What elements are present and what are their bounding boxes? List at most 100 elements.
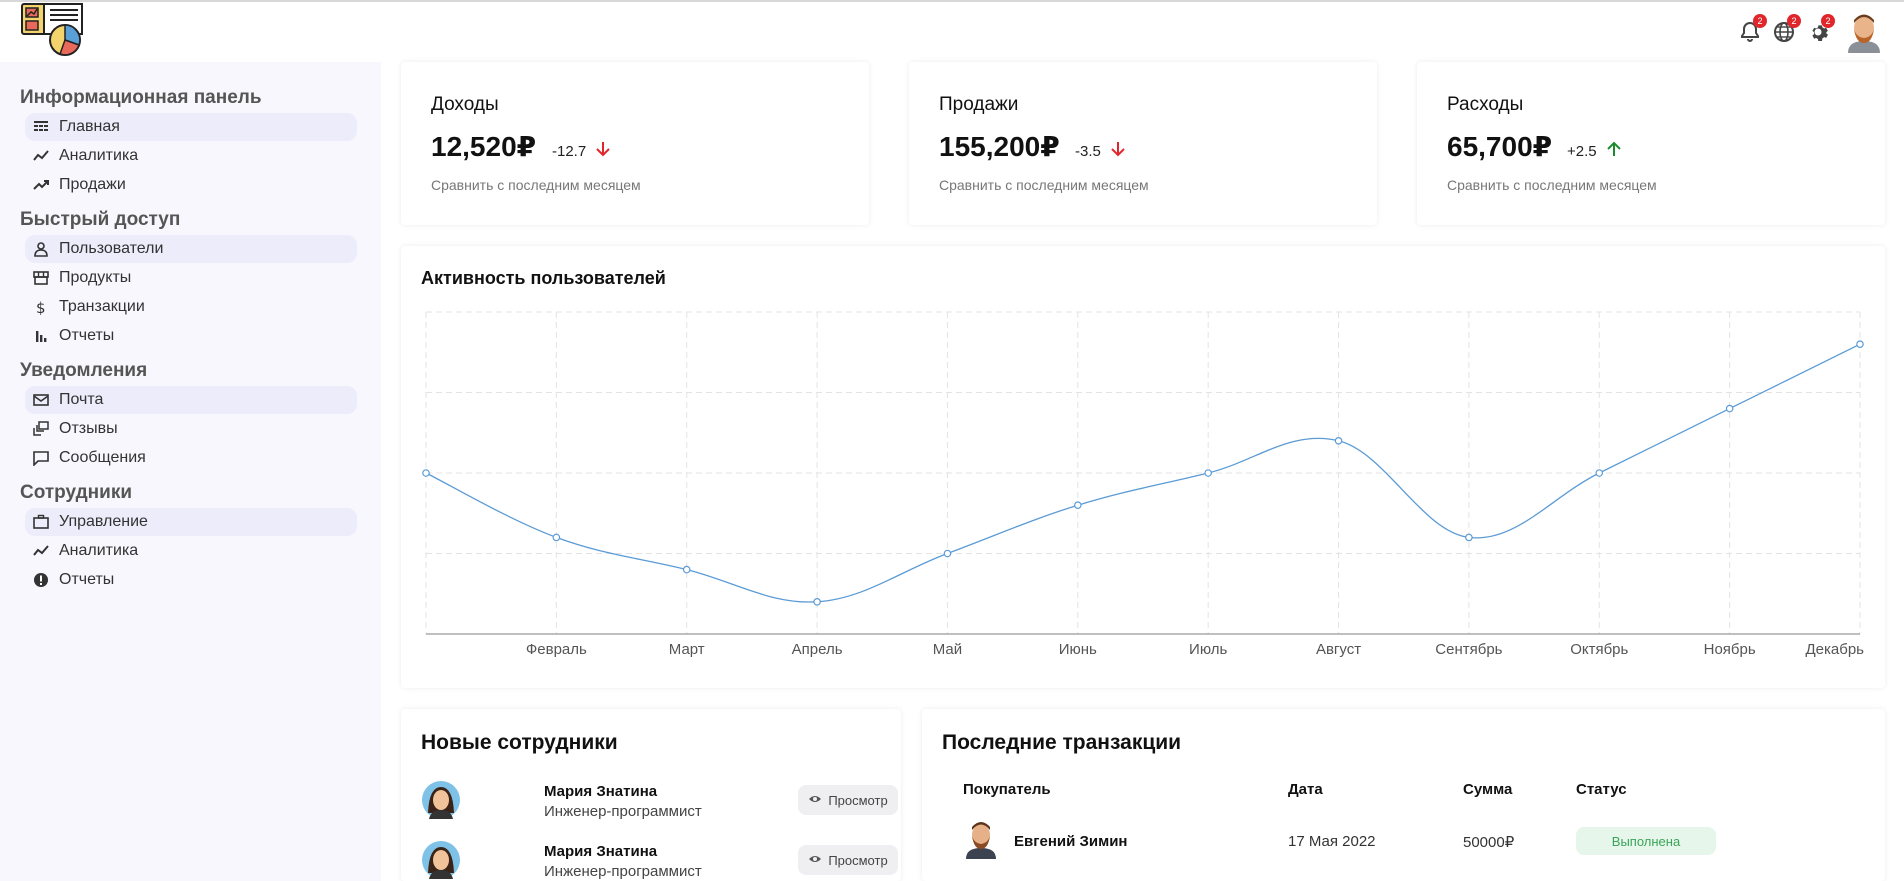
settings-badge: 2 xyxy=(1821,14,1835,28)
stat-value: 65,700₽ xyxy=(1447,131,1553,162)
sidebar-item-label: Отчеты xyxy=(59,571,115,588)
sidebar-item-label: Продукты xyxy=(59,269,132,286)
sidebar-item-staff-analytics[interactable]: Аналитика xyxy=(25,537,357,565)
column-header-status: Статус xyxy=(1576,781,1627,798)
sidebar-item-management[interactable]: Управление xyxy=(25,508,357,536)
stat-delta: -3.5 xyxy=(1075,140,1127,162)
x-tick-label: Август xyxy=(1316,641,1361,658)
data-point xyxy=(1725,404,1734,413)
sidebar-item-label: Отчеты xyxy=(59,327,115,344)
gear-icon[interactable]: 2 xyxy=(1806,14,1835,44)
data-point xyxy=(552,533,561,542)
sidebar-item-analytics[interactable]: Аналитика xyxy=(25,142,357,170)
stat-subtitle: Сравнить с последним месяцем xyxy=(939,177,1149,193)
sidebar-item-label: Главная xyxy=(59,118,120,135)
customer-avatar xyxy=(964,819,998,859)
arrow-up-icon xyxy=(1597,140,1623,162)
sidebar-section-quick-access: Быстрый доступ xyxy=(20,209,181,230)
employee-row: Мария Знатина Инженер-программист Просмо… xyxy=(421,775,898,825)
stat-subtitle: Сравнить с последним месяцем xyxy=(1447,177,1657,193)
employee-avatar xyxy=(421,839,461,881)
user-activity-chart: Февраль Март Апрель Май Июнь Июль Август Сентяб… xyxy=(422,311,1865,658)
stat-card-sales: Продажи 155,200₽ -3.5 Сравнить с последн… xyxy=(909,62,1377,225)
employee-name: Мария Знатина xyxy=(544,783,658,800)
bar-chart-icon xyxy=(33,328,49,344)
stat-delta: -12.7 xyxy=(552,140,612,162)
sidebar-section-staff: Сотрудники xyxy=(20,482,133,503)
sidebar-item-mail[interactable]: Почта xyxy=(25,386,357,414)
user-avatar[interactable] xyxy=(1846,11,1882,53)
stat-value: 12,520₽ xyxy=(431,131,537,162)
stat-card-income: Доходы 12,520₽ -12.7 Сравнить с последни… xyxy=(401,62,869,225)
dynamic-feed-icon xyxy=(33,421,49,437)
stat-title: Доходы xyxy=(431,94,499,115)
arrow-down-icon xyxy=(586,140,612,162)
column-header-customer: Покупатель xyxy=(963,781,1051,798)
data-point xyxy=(943,549,952,558)
stat-delta: +2.5 xyxy=(1567,140,1623,162)
svg-text:$: $ xyxy=(36,299,46,315)
data-point xyxy=(1334,437,1343,445)
stat-delta-value: -3.5 xyxy=(1075,142,1101,160)
transaction-amount: 50000₽ xyxy=(1463,834,1515,851)
stat-delta-value: +2.5 xyxy=(1567,142,1597,160)
stat-title: Продажи xyxy=(939,94,1019,115)
sidebar-item-label: Управление xyxy=(59,513,148,530)
sidebar-item-reports[interactable]: Отчеты xyxy=(25,322,357,350)
data-point xyxy=(1595,469,1604,477)
view-employee-button[interactable]: Просмотр xyxy=(798,845,898,875)
data-point xyxy=(1074,501,1082,510)
sidebar-item-label: Транзакции xyxy=(59,298,145,315)
sidebar-item-label: Аналитика xyxy=(59,542,139,559)
sidebar-item-messages[interactable]: Сообщения xyxy=(25,444,357,472)
column-header-date: Дата xyxy=(1288,781,1323,798)
transactions-title: Последние транзакции xyxy=(942,731,1182,754)
arrow-down-icon xyxy=(1101,140,1127,162)
eye-icon xyxy=(808,852,828,869)
stat-subtitle: Сравнить с последним месяцем xyxy=(431,177,641,193)
briefcase-icon xyxy=(33,514,49,530)
eye-icon xyxy=(808,792,828,809)
x-tick-label: Июль xyxy=(1189,641,1227,658)
view-employee-button[interactable]: Просмотр xyxy=(798,785,898,815)
globe-icon[interactable]: 2 xyxy=(1772,14,1801,44)
stat-card-expenses: Расходы 65,700₽ +2.5 Сравнить с последни… xyxy=(1417,62,1885,225)
view-button-label: Просмотр xyxy=(828,792,888,808)
bell-icon[interactable]: 2 xyxy=(1738,14,1767,44)
employees-title: Новые сотрудники xyxy=(421,731,618,754)
customer-name: Евгений Зимин xyxy=(1014,833,1128,850)
sidebar-item-home[interactable]: Главная xyxy=(25,113,357,141)
x-tick-label: Октябрь xyxy=(1570,641,1628,658)
top-bar: 2 2 2 xyxy=(0,0,1904,62)
sidebar-item-sales[interactable]: Продажи xyxy=(25,171,357,199)
trending-up-icon xyxy=(33,177,49,193)
line-chart-icon xyxy=(33,543,49,559)
sidebar-item-label: Почта xyxy=(59,391,104,408)
app-logo[interactable] xyxy=(20,2,84,58)
sidebar-item-transactions[interactable]: $ Транзакции xyxy=(25,293,357,321)
new-employees-card: Новые сотрудники Мария Знатина Инженер-п… xyxy=(401,709,901,881)
employee-name: Мария Знатина xyxy=(544,843,658,860)
sidebar-item-users[interactable]: Пользователи xyxy=(25,235,357,263)
status-badge: Выполнена xyxy=(1576,827,1716,855)
notifications-badge: 2 xyxy=(1753,14,1767,28)
view-button-label: Просмотр xyxy=(828,852,888,868)
x-tick-label: Декабрь xyxy=(1806,641,1865,658)
alert-circle-icon xyxy=(33,572,49,588)
column-header-amount: Сумма xyxy=(1463,781,1513,798)
sidebar-item-label: Сообщения xyxy=(59,449,146,466)
recent-transactions-card: Последние транзакции Покупатель Дата Сум… xyxy=(922,709,1885,881)
sidebar-item-reviews[interactable]: Отзывы xyxy=(25,415,357,443)
employee-role: Инженер-программист xyxy=(544,803,702,820)
x-tick-label: Сентябрь xyxy=(1435,641,1502,658)
employee-row: Мария Знатина Инженер-программист Просмо… xyxy=(421,835,898,881)
x-tick-label: Июнь xyxy=(1059,641,1097,658)
data-point xyxy=(422,469,430,477)
sidebar-item-staff-reports[interactable]: Отчеты xyxy=(25,566,357,594)
x-tick-label: Май xyxy=(933,641,962,658)
sidebar-section-notifications: Уведомления xyxy=(20,360,148,381)
language-badge: 2 xyxy=(1787,14,1801,28)
sidebar: Информационная панель Главная Аналитика … xyxy=(0,62,381,881)
data-point xyxy=(1204,469,1212,477)
sidebar-item-products[interactable]: Продукты xyxy=(25,264,357,292)
